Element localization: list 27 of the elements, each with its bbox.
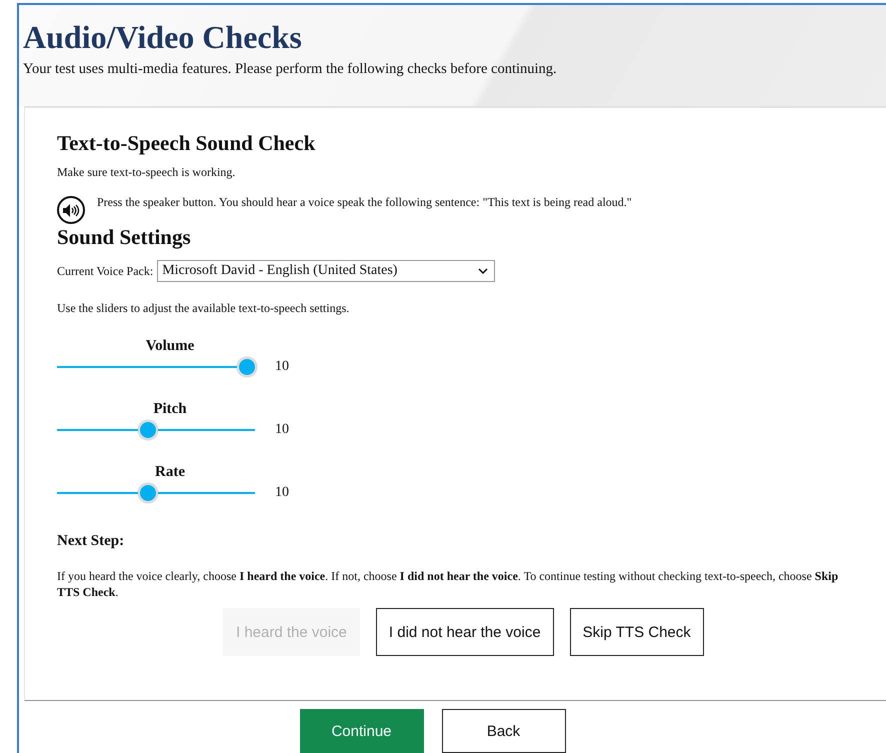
slider-thumb[interactable]	[138, 420, 158, 440]
intro-text: Make sure text-to-speech is working.	[57, 164, 236, 180]
slider-value: 10	[275, 422, 289, 438]
voice-pack-label: Current Voice Pack:	[57, 263, 154, 280]
slider-label: Volume	[144, 338, 196, 356]
speaker-button[interactable]	[57, 196, 85, 224]
slider-value: 10	[275, 485, 289, 502]
next-step-title: Next Step:	[57, 533, 126, 550]
chevron-down-icon	[478, 268, 488, 274]
page-subtitle: Your test uses multi-media features. Please perform the following checks before continuing.	[23, 61, 558, 78]
section-title: Text-to-Speech Sound Check	[57, 130, 316, 156]
choice-button[interactable]: I did not hear the voice	[376, 608, 554, 656]
instruction-text: Press the speaker button. You should hear a voice speak the following sentence: "This text is being read aloud."	[97, 194, 632, 210]
continue-button[interactable]: Continue	[300, 709, 424, 753]
voice-pack-dropdown[interactable]: Microsoft David - English (United States)	[157, 260, 496, 282]
choice-button[interactable]: Skip TTS Check	[570, 608, 704, 656]
slider-thumb[interactable]	[237, 357, 258, 378]
speaker-icon	[62, 204, 80, 217]
page-title: Audio/Video Checks	[23, 19, 303, 55]
back-button[interactable]: Back	[442, 709, 566, 753]
section-title: Sound Settings	[57, 224, 192, 250]
slider-value: 10	[275, 359, 289, 376]
slider-label: Rate	[154, 464, 186, 482]
next-step-text: If you heard the voice clearly, choose I heard the voice. If not, choose I did not hear the voice. To continue testing without checking text-to-speech, choose Skip TTS Check.	[57, 568, 840, 600]
hint-text: Use the sliders to adjust the available text-to-speech settings.	[57, 300, 350, 316]
slider-label: Pitch	[152, 401, 188, 418]
slider-thumb[interactable]	[138, 483, 158, 504]
